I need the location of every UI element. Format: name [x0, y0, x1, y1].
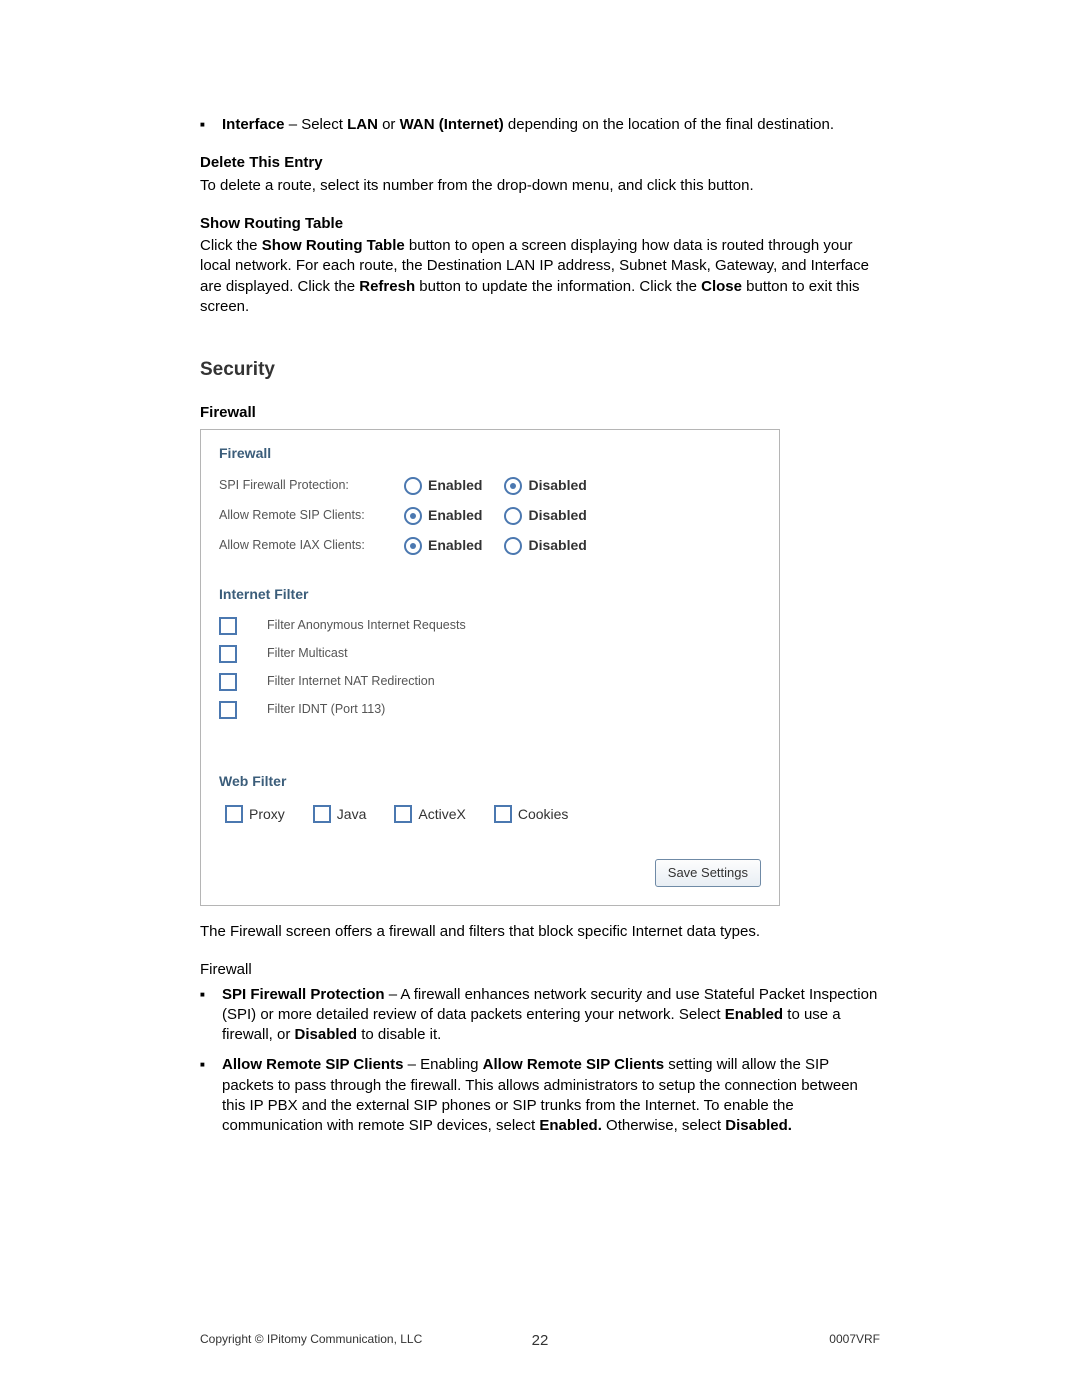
- radio-label-spi-disabled: Disabled: [528, 476, 586, 495]
- square-bullet-icon: ■: [200, 115, 222, 135]
- checkbox-filter-anon[interactable]: [219, 617, 237, 635]
- panel-heading-internet-filter: Internet Filter: [219, 585, 761, 604]
- panel-heading-web-filter: Web Filter: [219, 772, 761, 791]
- save-settings-button[interactable]: Save Settings: [655, 859, 761, 887]
- label-filter-idnt: Filter IDNT (Port 113): [267, 701, 385, 718]
- row-filter-multicast: Filter Multicast: [219, 640, 761, 668]
- bullet-sip-text: Allow Remote SIP Clients – Enabling Allo…: [222, 1055, 880, 1136]
- row-web-filter: Proxy Java ActiveX Cookies: [219, 799, 761, 854]
- firewall-settings-panel: Firewall SPI Firewall Protection: Enable…: [200, 429, 780, 906]
- radio-label-iax-disabled: Disabled: [528, 536, 586, 555]
- bullet-sip: ■ Allow Remote SIP Clients – Enabling Al…: [200, 1055, 880, 1136]
- checkbox-cookies[interactable]: [494, 805, 512, 823]
- bullet-interface-text: Interface – Select LAN or WAN (Internet)…: [222, 115, 880, 135]
- label-sip: Allow Remote SIP Clients:: [219, 507, 404, 524]
- label-activex: ActiveX: [418, 805, 465, 824]
- heading-show-routing: Show Routing Table: [200, 214, 880, 234]
- radio-spi-disabled[interactable]: [504, 477, 522, 495]
- radio-sip-enabled[interactable]: [404, 507, 422, 525]
- label-filter-nat: Filter Internet NAT Redirection: [267, 673, 435, 690]
- text-delete-entry: To delete a route, select its number fro…: [200, 176, 880, 196]
- bullet-spi: ■ SPI Firewall Protection – A firewall e…: [200, 985, 880, 1046]
- row-filter-anon: Filter Anonymous Internet Requests: [219, 612, 761, 640]
- label-iax: Allow Remote IAX Clients:: [219, 537, 404, 554]
- heading-firewall: Firewall: [200, 403, 880, 423]
- checkbox-filter-idnt[interactable]: [219, 701, 237, 719]
- checkbox-filter-multicast[interactable]: [219, 645, 237, 663]
- row-allow-iax: Allow Remote IAX Clients: Enabled Disabl…: [219, 531, 761, 561]
- row-filter-nat: Filter Internet NAT Redirection: [219, 668, 761, 696]
- heading-delete-entry: Delete This Entry: [200, 153, 880, 173]
- radio-label-iax-enabled: Enabled: [428, 536, 482, 555]
- bullet-lead: Interface: [222, 116, 285, 133]
- radio-label-sip-enabled: Enabled: [428, 506, 482, 525]
- footer-copyright: Copyright © IPitomy Communication, LLC: [200, 1331, 422, 1347]
- row-filter-idnt: Filter IDNT (Port 113): [219, 696, 761, 724]
- page-footer: Copyright © IPitomy Communication, LLC 2…: [200, 1331, 880, 1347]
- bullet-spi-text: SPI Firewall Protection – A firewall enh…: [222, 985, 880, 1046]
- footer-doc-id: 0007VRF: [829, 1331, 880, 1347]
- footer-page-number: 22: [532, 1331, 549, 1351]
- checkbox-activex[interactable]: [394, 805, 412, 823]
- panel-heading-firewall: Firewall: [219, 444, 761, 463]
- label-proxy: Proxy: [249, 805, 285, 824]
- square-bullet-icon: ■: [200, 1055, 222, 1136]
- radio-iax-enabled[interactable]: [404, 537, 422, 555]
- text-show-routing: Click the Show Routing Table button to o…: [200, 236, 880, 317]
- label-java: Java: [337, 805, 367, 824]
- row-allow-sip: Allow Remote SIP Clients: Enabled Disabl…: [219, 501, 761, 531]
- radio-iax-disabled[interactable]: [504, 537, 522, 555]
- subheading-firewall: Firewall: [200, 960, 880, 980]
- radio-label-spi-enabled: Enabled: [428, 476, 482, 495]
- bullet-interface: ■ Interface – Select LAN or WAN (Interne…: [200, 115, 880, 135]
- label-filter-anon: Filter Anonymous Internet Requests: [267, 617, 466, 634]
- heading-security: Security: [200, 357, 880, 383]
- radio-sip-disabled[interactable]: [504, 507, 522, 525]
- checkbox-java[interactable]: [313, 805, 331, 823]
- row-spi-firewall: SPI Firewall Protection: Enabled Disable…: [219, 471, 761, 501]
- checkbox-proxy[interactable]: [225, 805, 243, 823]
- radio-spi-enabled[interactable]: [404, 477, 422, 495]
- label-spi: SPI Firewall Protection:: [219, 477, 404, 494]
- checkbox-filter-nat[interactable]: [219, 673, 237, 691]
- text-after-panel: The Firewall screen offers a firewall an…: [200, 922, 880, 942]
- label-filter-multicast: Filter Multicast: [267, 645, 348, 662]
- label-cookies: Cookies: [518, 805, 569, 824]
- square-bullet-icon: ■: [200, 985, 222, 1046]
- radio-label-sip-disabled: Disabled: [528, 506, 586, 525]
